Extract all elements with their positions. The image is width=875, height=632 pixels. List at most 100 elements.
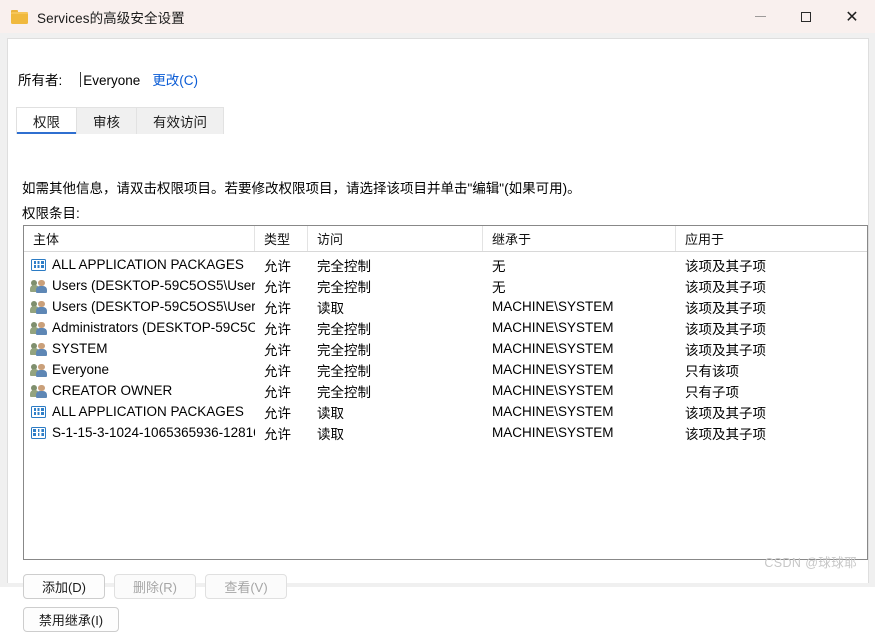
cell-subject: SYSTEM [24, 338, 255, 359]
table-row[interactable]: Administrators (DESKTOP-59C5OS… 允许 完全控制 … [24, 317, 867, 338]
minimize-icon [755, 16, 766, 17]
package-icon [31, 405, 47, 419]
column-header-subject[interactable]: 主体 [24, 226, 255, 251]
cell-type: 允许 [255, 275, 308, 296]
cell-subject: Administrators (DESKTOP-59C5OS… [24, 317, 255, 338]
cell-subject: ALL APPLICATION PACKAGES [24, 401, 255, 422]
table-row[interactable]: Users (DESKTOP-59C5OS5\Users) 允许 完全控制 无 … [24, 275, 867, 296]
owner-value: Everyone [83, 73, 140, 88]
cell-inherited-from: MACHINE\SYSTEM [483, 359, 676, 380]
cell-subject: Users (DESKTOP-59C5OS5\Users) [24, 296, 255, 317]
tab-permissions[interactable]: 权限 [16, 107, 77, 134]
title-bar: Services的高级安全设置 ✕ [0, 0, 875, 33]
cell-access: 读取 [308, 296, 483, 317]
subject-text: Everyone [52, 362, 109, 377]
page-panel: 所有者: Everyone 更改(C) 权限 审核 有效访问 如需其他信息，请双… [7, 38, 869, 583]
subject-text: Users (DESKTOP-59C5OS5\Users) [52, 278, 255, 293]
group-icon [31, 384, 47, 398]
cell-subject: CREATOR OWNER [24, 380, 255, 401]
description-text: 如需其他信息，请双击权限项目。若要修改权限项目，请选择该项目并单击"编辑"(如果… [22, 177, 581, 197]
table-row[interactable]: ALL APPLICATION PACKAGES 允许 完全控制 无 该项及其子… [24, 254, 867, 275]
cell-applies-to: 该项及其子项 [676, 254, 867, 275]
subject-text: ALL APPLICATION PACKAGES [52, 257, 244, 272]
table-header-row: 主体 类型 访问 继承于 应用于 [24, 226, 867, 252]
table-row[interactable]: S-1-15-3-1024-1065365936-12816… 允许 读取 MA… [24, 422, 867, 443]
table-row[interactable]: CREATOR OWNER 允许 完全控制 MACHINE\SYSTEM 只有子… [24, 380, 867, 401]
subject-text: ALL APPLICATION PACKAGES [52, 404, 244, 419]
tab-permissions-label: 权限 [33, 111, 60, 131]
table-body: ALL APPLICATION PACKAGES 允许 完全控制 无 该项及其子… [24, 252, 867, 443]
group-icon [31, 300, 47, 314]
group-icon [31, 279, 47, 293]
cell-subject: ALL APPLICATION PACKAGES [24, 254, 255, 275]
cell-applies-to: 该项及其子项 [676, 338, 867, 359]
table-row[interactable]: Everyone 允许 完全控制 MACHINE\SYSTEM 只有该项 [24, 359, 867, 380]
cell-access: 读取 [308, 422, 483, 443]
watermark: CSDN @球球耶 [764, 552, 857, 571]
cell-type: 允许 [255, 317, 308, 338]
subject-text: SYSTEM [52, 341, 108, 356]
maximize-icon [801, 12, 811, 22]
tab-effective-access-label: 有效访问 [153, 111, 207, 131]
change-owner-link[interactable]: 更改(C) [152, 69, 198, 89]
cell-inherited-from: MACHINE\SYSTEM [483, 317, 676, 338]
table-row[interactable]: ALL APPLICATION PACKAGES 允许 读取 MACHINE\S… [24, 401, 867, 422]
cell-inherited-from: MACHINE\SYSTEM [483, 380, 676, 401]
subject-text: Administrators (DESKTOP-59C5OS… [52, 320, 255, 335]
window-title: Services的高级安全设置 [37, 7, 185, 27]
cell-applies-to: 该项及其子项 [676, 296, 867, 317]
cell-applies-to: 只有子项 [676, 380, 867, 401]
cell-type: 允许 [255, 422, 308, 443]
window-controls: ✕ [737, 0, 875, 33]
disable-inheritance-button[interactable]: 禁用继承(I) [23, 607, 119, 632]
column-header-inherited-from[interactable]: 继承于 [483, 226, 676, 251]
cell-access: 完全控制 [308, 380, 483, 401]
inheritance-button-row: 禁用继承(I) [23, 607, 119, 632]
cell-type: 允许 [255, 380, 308, 401]
cell-access: 完全控制 [308, 338, 483, 359]
cell-access: 完全控制 [308, 254, 483, 275]
cell-type: 允许 [255, 401, 308, 422]
minimize-button[interactable] [737, 0, 783, 33]
cell-inherited-from: MACHINE\SYSTEM [483, 338, 676, 359]
cell-access: 读取 [308, 401, 483, 422]
subject-text: CREATOR OWNER [52, 383, 172, 398]
permission-entries-list[interactable]: 主体 类型 访问 继承于 应用于 ALL APPLICATION PACKAGE… [23, 225, 868, 560]
column-header-access[interactable]: 访问 [308, 226, 483, 251]
tab-bar: 权限 审核 有效访问 [16, 107, 224, 134]
cell-type: 允许 [255, 296, 308, 317]
group-icon [31, 321, 47, 335]
cell-type: 允许 [255, 359, 308, 380]
title-bar-left: Services的高级安全设置 [0, 0, 737, 33]
group-icon [31, 342, 47, 356]
cell-subject: S-1-15-3-1024-1065365936-12816… [24, 422, 255, 443]
cell-access: 完全控制 [308, 275, 483, 296]
cell-applies-to: 该项及其子项 [676, 422, 867, 443]
client-area: 所有者: Everyone 更改(C) 权限 审核 有效访问 如需其他信息，请双… [0, 33, 875, 587]
owner-row: 所有者: Everyone 更改(C) [18, 69, 198, 89]
cell-type: 允许 [255, 254, 308, 275]
tab-effective-access[interactable]: 有效访问 [136, 107, 224, 134]
tab-auditing[interactable]: 审核 [76, 107, 137, 134]
cell-subject: Everyone [24, 359, 255, 380]
cell-applies-to: 该项及其子项 [676, 401, 867, 422]
cell-inherited-from: 无 [483, 275, 676, 296]
cell-subject: Users (DESKTOP-59C5OS5\Users) [24, 275, 255, 296]
table-row[interactable]: Users (DESKTOP-59C5OS5\Users) 允许 读取 MACH… [24, 296, 867, 317]
subject-text: Users (DESKTOP-59C5OS5\Users) [52, 299, 255, 314]
package-icon [31, 258, 47, 272]
package-alt-icon [31, 426, 47, 440]
column-header-applies-to[interactable]: 应用于 [676, 226, 867, 251]
column-header-type[interactable]: 类型 [255, 226, 308, 251]
cell-inherited-from: 无 [483, 254, 676, 275]
table-row[interactable]: SYSTEM 允许 完全控制 MACHINE\SYSTEM 该项及其子项 [24, 338, 867, 359]
group-icon [31, 363, 47, 377]
cell-access: 完全控制 [308, 317, 483, 338]
owner-label: 所有者: [18, 69, 62, 89]
folder-icon [11, 10, 28, 24]
cell-inherited-from: MACHINE\SYSTEM [483, 422, 676, 443]
close-icon: ✕ [845, 9, 858, 25]
maximize-button[interactable] [783, 0, 829, 33]
cell-type: 允许 [255, 338, 308, 359]
close-button[interactable]: ✕ [829, 0, 875, 33]
